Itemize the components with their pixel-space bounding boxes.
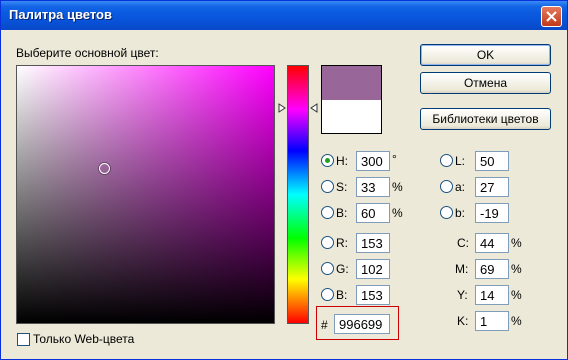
web-colors-checkbox[interactable]: [17, 333, 30, 346]
lab-b-label: b:: [455, 206, 466, 220]
yellow-field[interactable]: 14: [475, 285, 509, 305]
brightness-radio[interactable]: [321, 206, 334, 219]
color-field[interactable]: [16, 65, 275, 324]
hue-label: H:: [336, 154, 348, 168]
hex-label: #: [321, 318, 328, 332]
brightness-label: B:: [336, 206, 348, 220]
lab-a-radio[interactable]: [440, 180, 453, 193]
window-title: Палитра цветов: [9, 7, 112, 22]
green-field[interactable]: 102: [356, 259, 390, 279]
lab-a-label: a:: [455, 180, 466, 194]
cyan-unit: %: [511, 236, 522, 250]
saturation-unit: %: [392, 180, 403, 194]
magenta-field[interactable]: 69: [475, 259, 509, 279]
magenta-label: M:: [455, 262, 469, 276]
hue-unit: °: [392, 152, 397, 166]
hue-radio[interactable]: [321, 154, 334, 167]
close-icon: [546, 11, 557, 22]
black-field[interactable]: 1: [475, 311, 509, 331]
color-preview: [321, 65, 382, 134]
magenta-unit: %: [511, 262, 522, 276]
hue-slider-right-arrow-icon[interactable]: [310, 103, 318, 113]
new-color-swatch: [322, 66, 381, 100]
color-picker-dialog: Палитра цветов Выберите основной цвет: O…: [0, 0, 568, 360]
color-field-cursor[interactable]: [99, 163, 110, 174]
red-label: R:: [336, 236, 348, 250]
saturation-field[interactable]: 33: [356, 177, 390, 197]
lab-b-field[interactable]: -19: [475, 203, 509, 223]
cyan-label: C:: [457, 236, 469, 250]
hue-slider-left-arrow-icon[interactable]: [278, 103, 286, 113]
ok-button[interactable]: OK: [420, 44, 551, 66]
web-colors-label[interactable]: Только Web-цвета: [33, 332, 134, 346]
old-color-swatch[interactable]: [322, 100, 381, 133]
lab-l-field[interactable]: 50: [475, 151, 509, 171]
blue-radio[interactable]: [321, 288, 334, 301]
hex-field[interactable]: 996699: [334, 314, 390, 334]
cyan-field[interactable]: 44: [475, 233, 509, 253]
hue-slider[interactable]: [287, 65, 309, 324]
title-bar[interactable]: Палитра цветов: [1, 1, 567, 30]
yellow-label: Y:: [457, 288, 468, 302]
red-radio[interactable]: [321, 236, 334, 249]
cancel-button[interactable]: Отмена: [420, 72, 551, 94]
saturation-label: S:: [336, 180, 348, 194]
red-field[interactable]: 153: [356, 233, 390, 253]
color-libraries-button[interactable]: Библиотеки цветов: [420, 108, 551, 130]
hue-field[interactable]: 300: [356, 151, 390, 171]
black-unit: %: [511, 314, 522, 328]
blue-field[interactable]: 153: [356, 285, 390, 305]
brightness-field[interactable]: 60: [356, 203, 390, 223]
blue-label: B:: [336, 288, 348, 302]
lab-l-radio[interactable]: [440, 154, 453, 167]
saturation-radio[interactable]: [321, 180, 334, 193]
close-button[interactable]: [541, 6, 562, 27]
lab-a-field[interactable]: 27: [475, 177, 509, 197]
lab-l-label: L:: [455, 154, 466, 168]
green-radio[interactable]: [321, 262, 334, 275]
brightness-unit: %: [392, 206, 403, 220]
black-label: K:: [457, 314, 469, 328]
yellow-unit: %: [511, 288, 522, 302]
green-label: G:: [336, 262, 349, 276]
picker-label: Выберите основной цвет:: [16, 46, 159, 60]
lab-b-radio[interactable]: [440, 206, 453, 219]
